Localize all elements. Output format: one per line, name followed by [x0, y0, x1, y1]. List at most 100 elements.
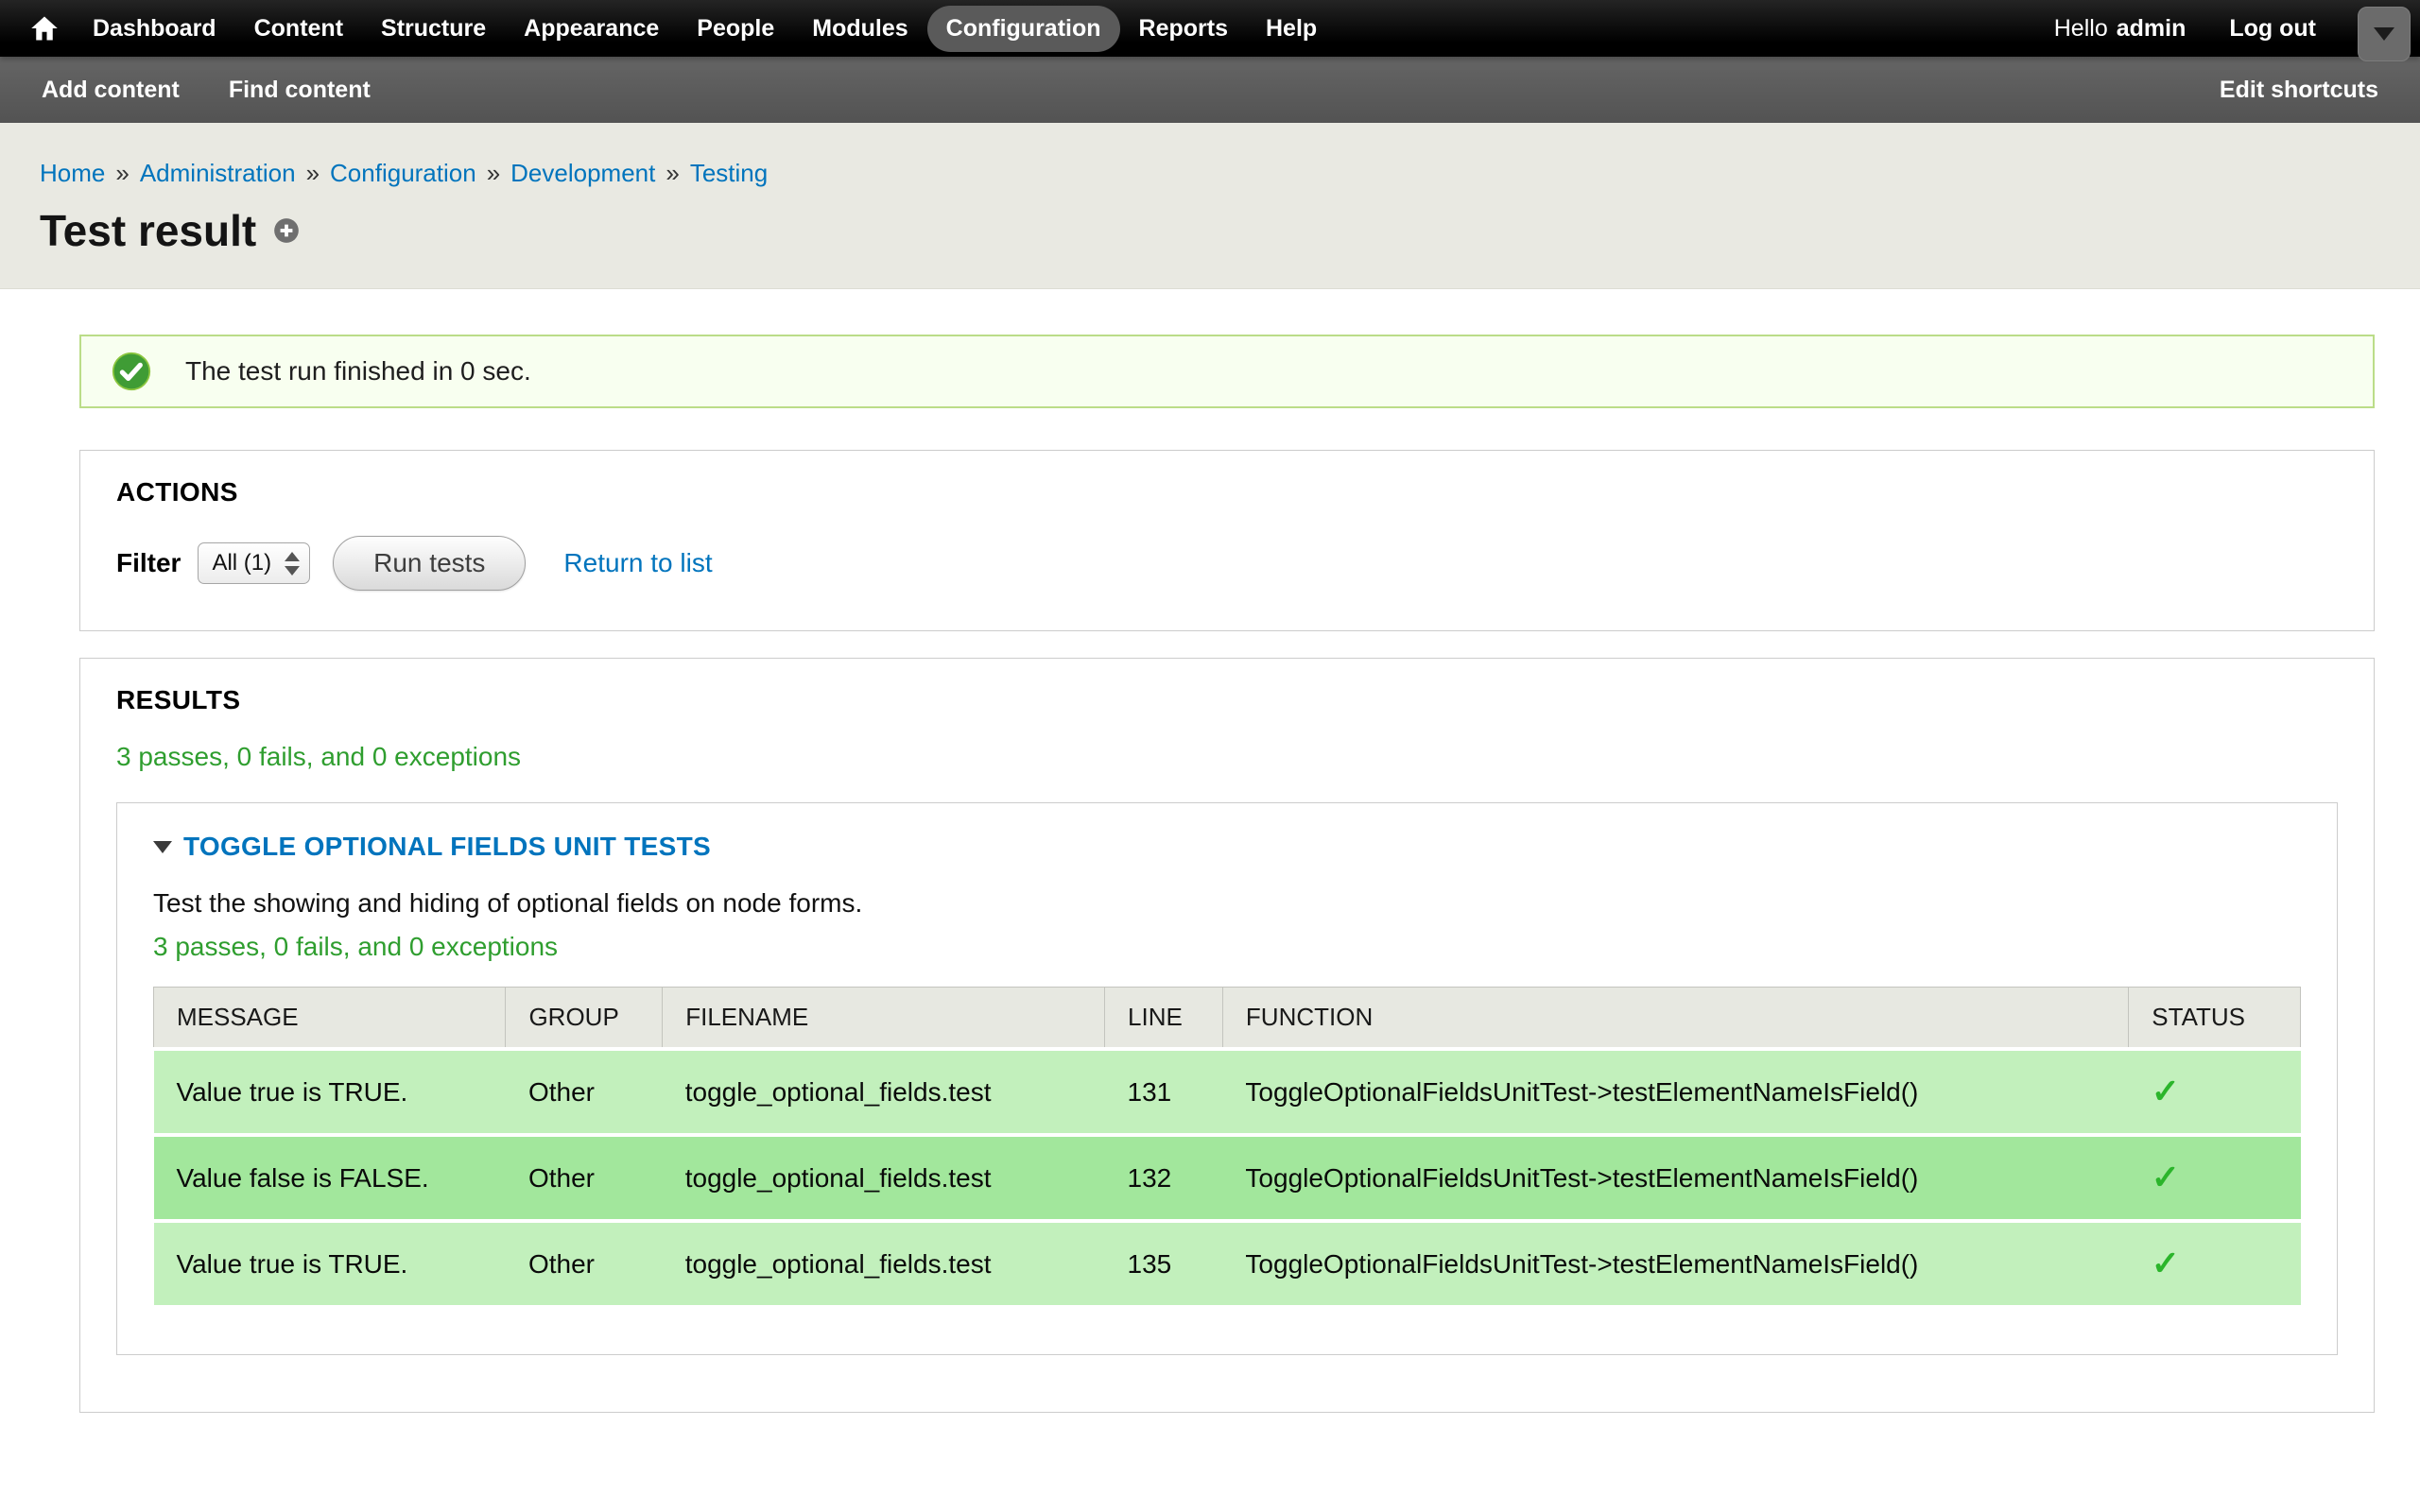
username-link[interactable]: admin [2117, 15, 2187, 42]
cell-line: 132 [1105, 1135, 1223, 1221]
title-row: Test result [40, 205, 2375, 256]
results-summary: 3 passes, 0 fails, and 0 exceptions [116, 742, 2338, 772]
toolbar-toggle-button[interactable] [2358, 7, 2411, 61]
cell-group: Other [506, 1221, 663, 1305]
menu-item-people[interactable]: People [678, 6, 793, 52]
menu-item-reports[interactable]: Reports [1120, 6, 1247, 52]
cell-line: 131 [1105, 1049, 1223, 1135]
pass-check-icon: ✓ [2152, 1072, 2180, 1110]
menu-item-label[interactable]: Configuration [927, 6, 1120, 52]
cell-message: Value false is FALSE. [154, 1135, 506, 1221]
cell-filename: toggle_optional_fields.test [663, 1221, 1105, 1305]
logout-link[interactable]: Log out [2229, 15, 2316, 43]
page-title: Test result [40, 205, 256, 256]
breadcrumb-link-home[interactable]: Home [40, 159, 105, 187]
table-row: Value false is FALSE. Other toggle_optio… [154, 1135, 2301, 1221]
results-panel: RESULTS 3 passes, 0 fails, and 0 excepti… [79, 658, 2375, 1413]
menu-item-structure[interactable]: Structure [362, 6, 505, 52]
home-icon[interactable] [23, 15, 74, 42]
table-header-row: MESSAGE GROUP FILENAME LINE FUNCTION STA… [154, 988, 2301, 1050]
filter-label: Filter [116, 548, 181, 578]
breadcrumb: Home » Administration » Configuration » Develo… [40, 159, 2375, 188]
breadcrumb-separator: » [666, 159, 679, 187]
test-group-summary: 3 passes, 0 fails, and 0 exceptions [153, 932, 2301, 962]
user-greeting: Hello admin [2054, 15, 2187, 43]
cell-filename: toggle_optional_fields.test [663, 1135, 1105, 1221]
actions-panel: ACTIONS Filter All (1) Run tests Return … [79, 450, 2375, 631]
test-group-legend[interactable]: TOGGLE OPTIONAL FIELDS UNIT TESTS [153, 832, 2301, 862]
menu-item-label[interactable]: Reports [1120, 6, 1247, 52]
menu-item-modules[interactable]: Modules [793, 6, 926, 52]
actions-legend: ACTIONS [116, 477, 2338, 507]
pass-check-icon: ✓ [2152, 1244, 2180, 1282]
cell-status: ✓ [2129, 1049, 2301, 1135]
results-table: MESSAGE GROUP FILENAME LINE FUNCTION STA… [153, 987, 2301, 1305]
select-arrows-icon [285, 552, 300, 576]
test-group-fieldset: TOGGLE OPTIONAL FIELDS UNIT TESTS Test t… [116, 802, 2338, 1355]
filter-select-value: All (1) [212, 550, 271, 576]
cell-group: Other [506, 1135, 663, 1221]
menu-item-label[interactable]: Appearance [505, 6, 678, 52]
column-header-function: FUNCTION [1222, 988, 2128, 1050]
breadcrumb-link-configuration[interactable]: Configuration [330, 159, 476, 187]
admin-toolbar: Dashboard Content Structure Appearance P… [0, 0, 2420, 57]
menu-item-content[interactable]: Content [235, 6, 362, 52]
breadcrumb-separator: » [115, 159, 129, 187]
shortcut-add-content[interactable]: Add content [42, 77, 180, 104]
cell-status: ✓ [2129, 1221, 2301, 1305]
column-header-group: GROUP [506, 988, 663, 1050]
main-content: The test run finished in 0 sec. ACTIONS … [0, 289, 2420, 1413]
menu-item-label[interactable]: Content [235, 6, 362, 52]
edit-shortcuts-link[interactable]: Edit shortcuts [2220, 77, 2378, 104]
menu-item-label[interactable]: Dashboard [74, 6, 235, 52]
column-header-line: LINE [1105, 988, 1223, 1050]
cell-line: 135 [1105, 1221, 1223, 1305]
menu-item-label[interactable]: Modules [793, 6, 926, 52]
pass-check-icon: ✓ [2152, 1158, 2180, 1196]
actions-controls: Filter All (1) Run tests Return to list [116, 536, 2338, 591]
menu-item-configuration[interactable]: Configuration [927, 6, 1120, 52]
column-header-status: STATUS [2129, 988, 2301, 1050]
menu-item-appearance[interactable]: Appearance [505, 6, 678, 52]
menu-item-dashboard[interactable]: Dashboard [74, 6, 235, 52]
cell-status: ✓ [2129, 1135, 2301, 1221]
table-row: Value true is TRUE. Other toggle_optiona… [154, 1221, 2301, 1305]
cell-filename: toggle_optional_fields.test [663, 1049, 1105, 1135]
toolbar-user-area: Hello admin Log out [2054, 15, 2316, 43]
status-ok-icon [112, 352, 151, 391]
menu-item-label[interactable]: Help [1247, 6, 1336, 52]
cell-message: Value true is TRUE. [154, 1049, 506, 1135]
add-shortcut-icon[interactable] [273, 217, 300, 244]
test-group-description: Test the showing and hiding of optional … [153, 888, 2301, 919]
cell-message: Value true is TRUE. [154, 1221, 506, 1305]
toolbar-menu: Dashboard Content Structure Appearance P… [74, 6, 1336, 52]
breadcrumb-link-development[interactable]: Development [510, 159, 655, 187]
run-tests-button[interactable]: Run tests [333, 536, 526, 591]
status-message: The test run finished in 0 sec. [79, 335, 2375, 408]
test-group-title[interactable]: TOGGLE OPTIONAL FIELDS UNIT TESTS [183, 832, 711, 862]
shortcut-find-content[interactable]: Find content [229, 77, 371, 104]
cell-group: Other [506, 1049, 663, 1135]
breadcrumb-separator: » [306, 159, 320, 187]
breadcrumb-separator: » [487, 159, 500, 187]
menu-item-label[interactable]: People [678, 6, 793, 52]
column-header-filename: FILENAME [663, 988, 1105, 1050]
cell-function: ToggleOptionalFieldsUnitTest->testElemen… [1222, 1049, 2128, 1135]
greeting-prefix: Hello [2054, 15, 2108, 42]
page-header-region: Home » Administration » Configuration » Develo… [0, 123, 2420, 289]
breadcrumb-link-administration[interactable]: Administration [140, 159, 296, 187]
collapse-arrow-icon [153, 841, 172, 853]
table-row: Value true is TRUE. Other toggle_optiona… [154, 1049, 2301, 1135]
shortcut-bar: Add content Find content Edit shortcuts [0, 57, 2420, 123]
return-to-list-link[interactable]: Return to list [563, 548, 712, 578]
cell-function: ToggleOptionalFieldsUnitTest->testElemen… [1222, 1135, 2128, 1221]
status-message-text: The test run finished in 0 sec. [185, 356, 531, 387]
drupal-admin-page: Dashboard Content Structure Appearance P… [0, 0, 2420, 1512]
cell-function: ToggleOptionalFieldsUnitTest->testElemen… [1222, 1221, 2128, 1305]
column-header-message: MESSAGE [154, 988, 506, 1050]
breadcrumb-link-testing[interactable]: Testing [690, 159, 768, 187]
filter-select[interactable]: All (1) [198, 542, 310, 584]
menu-item-label[interactable]: Structure [362, 6, 505, 52]
chevron-down-icon [2374, 27, 2394, 41]
menu-item-help[interactable]: Help [1247, 6, 1336, 52]
